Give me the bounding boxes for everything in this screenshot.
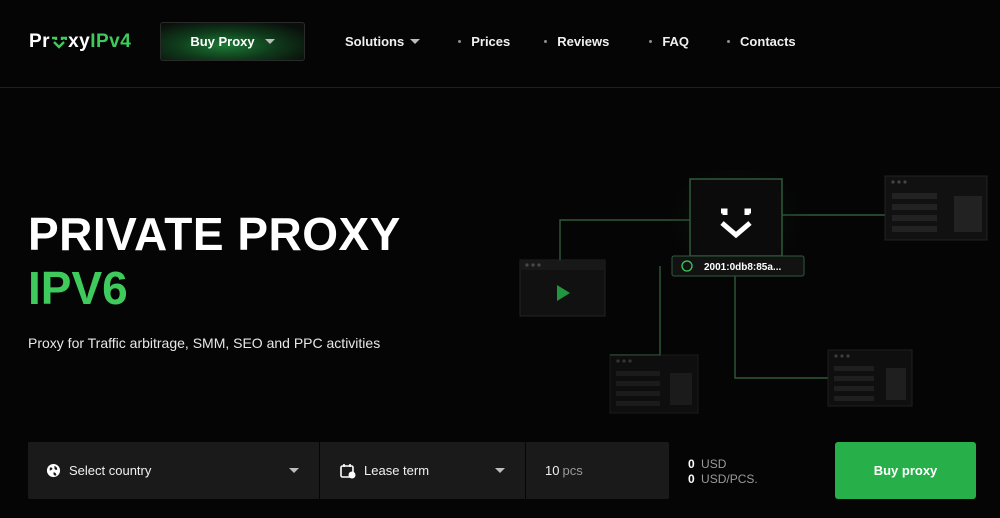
logo-text-part3: IPv4 [90,31,132,52]
chevron-down-icon [495,468,505,473]
lease-term-select[interactable]: Lease term [320,442,526,499]
buy-proxy-menu-label: Buy Proxy [190,34,255,49]
quantity-unit: pcs [562,463,583,478]
nav-solutions-label: Solutions [345,34,405,49]
total-price-value: 0 [688,457,695,471]
window-bottom-right [827,349,913,407]
chevron-down-icon [410,39,421,44]
bullet-icon [649,40,653,43]
ip-badge: 2001:0db8:85a... [671,255,805,277]
total-price-currency: USD [701,457,727,471]
quantity-input[interactable]: 10 pcs [526,442,669,499]
order-form: Select country Lease term 10 pcs [28,442,669,499]
bullet-icon [544,40,548,43]
nav-contacts[interactable]: Contacts [727,34,796,49]
buy-proxy-menu-button[interactable]: Buy Proxy [160,22,305,61]
total-price: 0 USD [688,457,758,472]
lease-term-label: Lease term [364,463,430,478]
window-bottom-left [609,354,699,414]
hero-title: PRIVATE PROXY [28,208,401,260]
logo[interactable]: Pr xy IPv4 [29,31,131,53]
ip-badge-text: 2001:0db8:85a... [704,262,781,273]
nav-faq-label: FAQ [662,34,690,49]
globe-icon [46,463,61,478]
nav-reviews[interactable]: Reviews [544,34,609,49]
header: Pr xy IPv4 Buy Proxy Solutions Prices Re… [0,0,1000,88]
window-top-right [884,175,988,241]
nav-prices-label: Prices [471,34,511,49]
hero-subtitle: IPV6 [28,262,128,314]
logo-text-part1: Pr [29,31,51,52]
chevron-down-icon [264,39,275,44]
main-nav: Solutions Prices Reviews FAQ Contacts [345,34,796,49]
nav-faq[interactable]: FAQ [649,34,689,49]
per-piece-price: 0 USD/PCS. [688,472,758,487]
country-select-label: Select country [69,463,152,478]
per-piece-value: 0 [688,472,695,486]
price-summary: 0 USD 0 USD/PCS. [688,457,758,487]
nav-solutions[interactable]: Solutions [345,34,421,49]
per-piece-currency: USD/PCS. [701,472,758,486]
bullet-icon [727,40,731,43]
nav-reviews-label: Reviews [557,34,610,49]
country-select[interactable]: Select country [28,442,320,499]
calendar-icon [340,463,356,479]
quantity-value: 10 [545,463,560,478]
hero-description: Proxy for Traffic arbitrage, SMM, SEO an… [28,335,381,351]
bullet-icon [458,40,462,43]
video-window [519,259,606,317]
network-illustration: 2001:0db8:85a... [519,170,988,414]
chevron-down-icon [289,468,299,473]
nav-prices[interactable]: Prices [458,34,510,49]
buy-proxy-button[interactable]: Buy proxy [835,442,976,499]
shield-icon [52,36,68,49]
nav-contacts-label: Contacts [740,34,796,49]
logo-text-part2: xy [68,31,91,52]
